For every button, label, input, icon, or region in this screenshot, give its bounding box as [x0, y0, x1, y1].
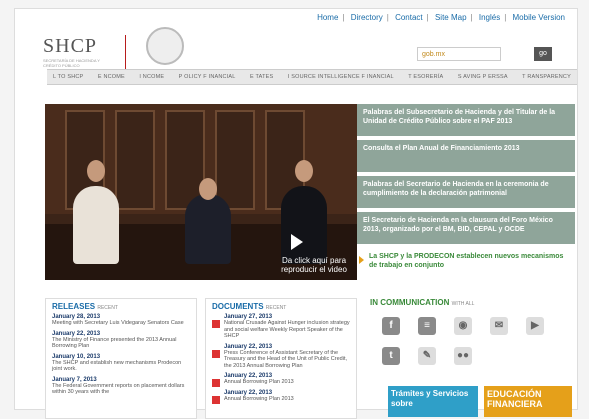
- person-head: [87, 160, 105, 182]
- news-item[interactable]: Palabras del Subsecretario de Hacienda y…: [357, 104, 575, 136]
- link-mobile[interactable]: Mobile Version: [513, 13, 565, 22]
- nav-item[interactable]: T ESORERÍA: [408, 74, 443, 80]
- nav-item[interactable]: L TO SHCP: [53, 74, 83, 80]
- release-item[interactable]: January 10, 2013 The SHCP and establish n…: [52, 354, 190, 373]
- documents-box: DOCUMENTS RECENT January 27, 2013 Nationa…: [205, 298, 357, 419]
- search-input[interactable]: gob.mx: [417, 47, 501, 61]
- news-list: Palabras del Subsecretario de Hacienda y…: [357, 104, 575, 284]
- wire-icon[interactable]: ✎: [418, 347, 436, 365]
- flickr-icon[interactable]: ≡: [418, 317, 436, 335]
- shcp-logo[interactable]: SHCP SECRETARÍA DE HACIENDA Y CRÉDITO PÚ…: [43, 35, 126, 69]
- news-item[interactable]: La SHCP y la PRODECON establecen nuevos …: [357, 248, 575, 280]
- play-caption: Da click aquí para reproducir el video: [281, 256, 347, 274]
- podcast-icon[interactable]: ◉: [454, 317, 472, 335]
- document-item[interactable]: January 22, 2013 Annual Borrowing Plan 20…: [212, 390, 350, 403]
- release-item[interactable]: January 28, 2013 Meeting with Secretary L…: [52, 314, 190, 327]
- person-figure: [73, 186, 119, 264]
- top-links: Home | Directory | Contact | Site Map | Ingl…: [317, 13, 565, 22]
- logo-divider: [125, 35, 126, 69]
- releases-box: RELEASES RECENT January 28, 2013 Meeting …: [45, 298, 197, 419]
- nav-item[interactable]: S AVING P ERSSA: [458, 74, 508, 80]
- news-item[interactable]: El Secretario de Hacienda en la clausura…: [357, 212, 575, 244]
- wall-panel: [115, 110, 155, 210]
- flickr2-icon[interactable]: ●●: [454, 347, 472, 365]
- release-item[interactable]: January 22, 2013 The Ministry of Finance …: [52, 331, 190, 350]
- logo-subtitle: SECRETARÍA DE HACIENDA Y CRÉDITO PÚBLICO: [43, 58, 100, 68]
- tramites-banner[interactable]: Trámites y Servicios sobre: [388, 386, 478, 417]
- document-item[interactable]: January 22, 2013 Annual Borrowing Plan 20…: [212, 373, 350, 387]
- releases-title: RELEASES RECENT: [52, 302, 118, 311]
- nav-item[interactable]: E TATES: [250, 74, 273, 80]
- news-item[interactable]: Palabras del Secretario de Hacienda en l…: [357, 176, 575, 208]
- person-head: [295, 160, 313, 182]
- educacion-banner[interactable]: EDUCACIÓN FINANCIERA: [484, 386, 572, 417]
- twitter-icon[interactable]: t: [382, 347, 400, 365]
- nav-item[interactable]: I SOURCE INTELLIGENCE F INANCIAL: [288, 74, 394, 80]
- documents-title: DOCUMENTS RECENT: [212, 302, 287, 311]
- person-figure: [185, 194, 231, 264]
- nav-item[interactable]: T RANSPARENCY: [522, 74, 571, 80]
- link-home[interactable]: Home: [317, 13, 338, 22]
- nav-item[interactable]: I NCOME: [139, 74, 164, 80]
- youtube-icon[interactable]: ▶: [526, 317, 544, 335]
- nav-item[interactable]: P OLICY F INANCIAL: [179, 74, 236, 80]
- document-item[interactable]: January 22, 2013 Press Conference of Assi…: [212, 344, 350, 370]
- main-nav: L TO SHCP E NCOME I NCOME P OLICY F INAN…: [47, 69, 577, 85]
- person-head: [199, 178, 217, 200]
- play-icon[interactable]: [291, 234, 303, 250]
- link-site-map[interactable]: Site Map: [435, 13, 467, 22]
- go-button[interactable]: go: [534, 47, 552, 61]
- national-seal-icon: [146, 27, 184, 65]
- communication-title: IN COMMUNICATION WITH ALL: [370, 298, 475, 307]
- link-contact[interactable]: Contact: [395, 13, 423, 22]
- facebook-icon[interactable]: f: [382, 317, 400, 335]
- document-item[interactable]: January 27, 2013 National Crusade Against…: [212, 314, 350, 340]
- rss-icon[interactable]: ✉: [490, 317, 508, 335]
- logo-text: SHCP: [43, 35, 98, 57]
- nav-item[interactable]: E NCOME: [98, 74, 125, 80]
- link-ingles[interactable]: Inglés: [479, 13, 500, 22]
- communication-section: IN COMMUNICATION WITH ALL f ≡ ◉ ✉ ▶ t ✎ ●● Trám…: [370, 298, 572, 417]
- link-directory[interactable]: Directory: [351, 13, 383, 22]
- news-item[interactable]: Consulta el Plan Anual de Financiamiento…: [357, 140, 575, 172]
- page-frame: Home | Directory | Contact | Site Map | Ingl…: [14, 8, 578, 419]
- release-item[interactable]: January 7, 2013 The Federal Government re…: [52, 377, 190, 396]
- wall-panel: [215, 110, 255, 210]
- social-icons: f ≡ ◉ ✉ ▶ t ✎ ●●: [382, 317, 558, 365]
- hero-video[interactable]: Da click aquí para reproducir el video: [45, 104, 357, 280]
- person-figure: [281, 186, 327, 264]
